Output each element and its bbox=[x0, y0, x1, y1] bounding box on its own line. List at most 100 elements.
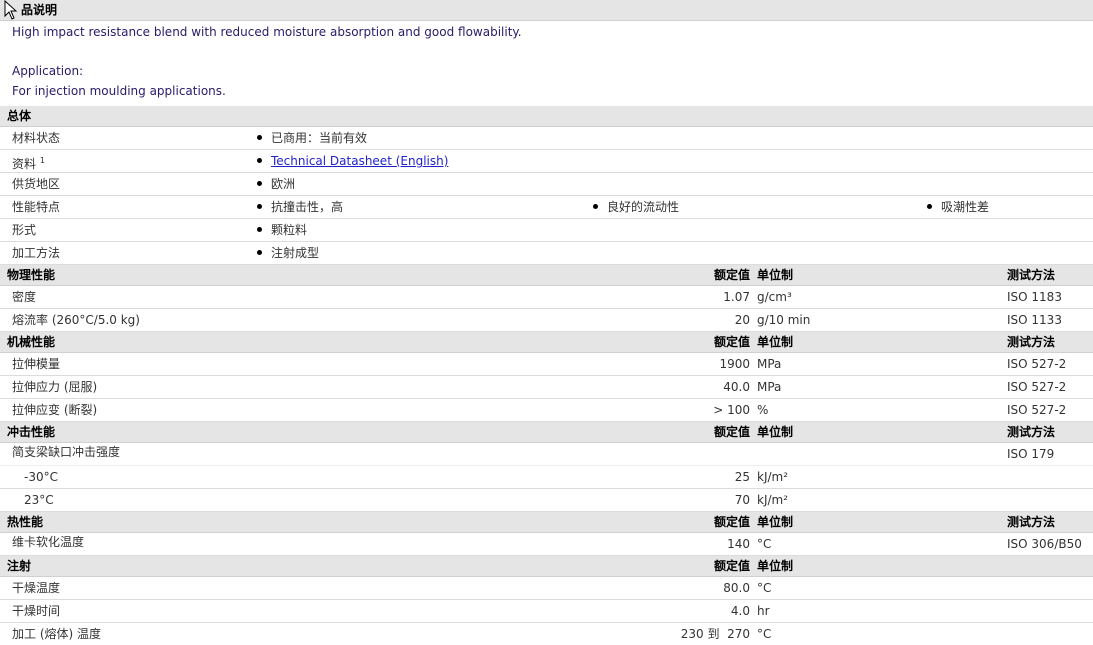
row-value: 230 到 270 bbox=[680, 627, 750, 641]
list-item: 颗粒料 bbox=[257, 219, 307, 241]
section-title: 注射 bbox=[7, 559, 32, 573]
table-row: 干燥时间 4.0 hr bbox=[0, 600, 1093, 623]
column-header-value: 额定值 bbox=[713, 425, 750, 439]
row-method: ISO 527-2 bbox=[1007, 357, 1067, 371]
list-item: 良好的流动性 bbox=[593, 196, 679, 218]
row-value: > 100 bbox=[713, 403, 750, 417]
row-unit: kJ/m² bbox=[757, 493, 789, 507]
row-unit: % bbox=[757, 403, 769, 417]
table-row: 拉伸应力 (屈服) 40.0 MPa ISO 527-2 bbox=[0, 376, 1093, 399]
table-row: 拉伸应变 (断裂) > 100 % ISO 527-2 bbox=[0, 399, 1093, 422]
row-label: 干燥时间 bbox=[12, 604, 61, 618]
row-label: 维卡软化温度 bbox=[12, 535, 85, 549]
table-row: -30°C 25 kJ/m² bbox=[0, 465, 1093, 489]
table-row: 拉伸模量 1900 MPa ISO 527-2 bbox=[0, 353, 1093, 376]
row-value: 80.0 bbox=[723, 581, 750, 595]
table-row: 干燥温度 80.0 °C bbox=[0, 577, 1093, 600]
row-unit: kJ/m² bbox=[757, 470, 789, 484]
row-method: ISO 527-2 bbox=[1007, 380, 1067, 394]
row-label: 形式 bbox=[12, 223, 37, 237]
list-item: 已商用：当前有效 bbox=[257, 127, 367, 149]
section-title: 品说明 bbox=[21, 3, 58, 17]
table-row: 维卡软化温度 140 °C ISO 306/B50 bbox=[0, 533, 1093, 556]
list-item: 欧洲 bbox=[257, 173, 295, 195]
table-row: 资料 1 Technical Datasheet (English) bbox=[0, 150, 1093, 173]
row-label: 干燥温度 bbox=[12, 581, 61, 595]
row-label: 熔流率 (260°C/5.0 kg) bbox=[12, 313, 140, 327]
row-label: 简支梁缺口冲击强度 bbox=[12, 445, 121, 459]
table-row: 加工方法 注射成型 bbox=[0, 242, 1093, 265]
column-header-unit: 单位制 bbox=[757, 335, 794, 349]
row-value: 20 bbox=[734, 313, 750, 327]
column-header-unit: 单位制 bbox=[757, 515, 794, 529]
list-item: Technical Datasheet (English) bbox=[257, 150, 448, 172]
row-label: 拉伸应力 (屈服) bbox=[12, 380, 98, 394]
table-row: 形式 颗粒料 bbox=[0, 219, 1093, 242]
section-impact-header: 冲击性能 额定值 单位制 测试方法 bbox=[0, 422, 1093, 443]
row-unit: g/cm³ bbox=[757, 290, 792, 304]
table-row: 性能特点 抗撞击性，高 良好的流动性 吸潮性差 bbox=[0, 196, 1093, 219]
list-item: 注射成型 bbox=[257, 242, 319, 264]
row-label: 资料 1 bbox=[12, 156, 45, 171]
table-row: 熔流率 (260°C/5.0 kg) 20 g/10 min ISO 1133 bbox=[0, 309, 1093, 332]
column-header-value: 额定值 bbox=[713, 335, 750, 349]
row-unit: °C bbox=[757, 581, 772, 595]
column-header-method: 测试方法 bbox=[1007, 268, 1056, 282]
row-label: 性能特点 bbox=[12, 200, 61, 214]
row-unit: MPa bbox=[757, 380, 782, 394]
column-header-method: 测试方法 bbox=[1007, 515, 1056, 529]
table-row: 23°C 70 kJ/m² bbox=[0, 489, 1093, 512]
row-method: ISO 527-2 bbox=[1007, 403, 1067, 417]
row-value: 25 bbox=[734, 470, 750, 484]
column-header-value: 额定值 bbox=[713, 268, 750, 282]
mouse-cursor-icon bbox=[4, 0, 18, 20]
section-general-header: 总体 bbox=[0, 106, 1093, 127]
row-value: 140 bbox=[727, 537, 750, 551]
column-header-value: 额定值 bbox=[713, 515, 750, 529]
section-thermal-header: 热性能 额定值 单位制 测试方法 bbox=[0, 512, 1093, 533]
application-label: Application: bbox=[12, 64, 84, 78]
row-unit: g/10 min bbox=[757, 313, 811, 327]
row-label: 加工 (熔体) 温度 bbox=[12, 627, 101, 641]
row-label: 材料状态 bbox=[12, 131, 61, 145]
row-label: 拉伸应变 (断裂) bbox=[12, 403, 98, 417]
row-label: 加工方法 bbox=[12, 246, 61, 260]
description-block: High impact resistance blend with reduce… bbox=[0, 21, 1093, 109]
section-title: 热性能 bbox=[7, 515, 44, 529]
datasheet-link[interactable]: Technical Datasheet (English) bbox=[271, 154, 448, 168]
list-item: 吸潮性差 bbox=[927, 196, 989, 218]
row-value: 4.0 bbox=[730, 604, 750, 618]
column-header-unit: 单位制 bbox=[757, 425, 794, 439]
row-value: 1.07 bbox=[723, 290, 750, 304]
row-value: 70 bbox=[734, 493, 750, 507]
row-unit: °C bbox=[757, 537, 772, 551]
row-value: 1900 bbox=[719, 357, 750, 371]
row-unit: MPa bbox=[757, 357, 782, 371]
row-value: 40.0 bbox=[723, 380, 750, 394]
table-row: 简支梁缺口冲击强度 ISO 179 bbox=[0, 443, 1093, 465]
application-text: For injection moulding applications. bbox=[12, 84, 226, 98]
list-item: 抗撞击性，高 bbox=[257, 196, 343, 218]
row-method: ISO 306/B50 bbox=[1007, 537, 1082, 551]
column-header-method: 测试方法 bbox=[1007, 425, 1056, 439]
table-row: 供货地区 欧洲 bbox=[0, 173, 1093, 196]
table-row: 加工 (熔体) 温度 230 到 270 °C bbox=[0, 623, 1093, 645]
section-title: 冲击性能 bbox=[7, 425, 56, 439]
column-header-unit: 单位制 bbox=[757, 559, 794, 573]
row-label: 拉伸模量 bbox=[12, 357, 61, 371]
column-header-unit: 单位制 bbox=[757, 268, 794, 282]
section-title: 物理性能 bbox=[7, 268, 56, 282]
row-method: ISO 179 bbox=[1007, 447, 1055, 461]
section-title: 总体 bbox=[7, 109, 32, 123]
row-method: ISO 1133 bbox=[1007, 313, 1062, 327]
section-physical-header: 物理性能 额定值 单位制 测试方法 bbox=[0, 265, 1093, 286]
section-injection-header: 注射 额定值 单位制 bbox=[0, 556, 1093, 577]
row-label: 密度 bbox=[12, 290, 37, 304]
section-mechanical-header: 机械性能 额定值 单位制 测试方法 bbox=[0, 332, 1093, 353]
column-header-method: 测试方法 bbox=[1007, 335, 1056, 349]
table-row: 材料状态 已商用：当前有效 bbox=[0, 127, 1093, 150]
section-description-header: 品说明 bbox=[0, 0, 1093, 21]
row-label: 23°C bbox=[24, 493, 54, 507]
row-label: -30°C bbox=[24, 470, 58, 484]
row-method: ISO 1183 bbox=[1007, 290, 1062, 304]
